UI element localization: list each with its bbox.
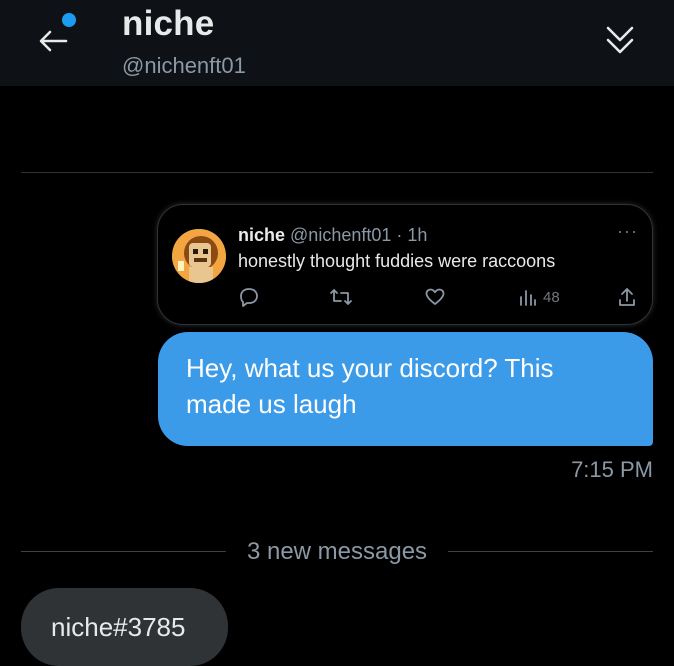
incoming-message-text: niche#3785: [51, 611, 186, 642]
incoming-message-bubble[interactable]: niche#3785: [21, 588, 228, 666]
conversation-title[interactable]: niche: [122, 4, 214, 44]
reply-icon: [240, 288, 258, 307]
divider: [448, 551, 653, 552]
tweet-meta: niche @nichenft01 · 1h: [238, 225, 427, 246]
more-options-icon[interactable]: ···: [617, 221, 638, 242]
share-icon: [619, 288, 635, 306]
heart-icon: [425, 288, 445, 305]
outgoing-message-bubble[interactable]: Hey, what us your discord? This made us …: [158, 332, 653, 446]
tweet-text: honestly thought fuddies were raccoons: [238, 251, 556, 271]
back-arrow-icon: [39, 30, 68, 52]
tweet-actions: 48: [238, 285, 638, 309]
collapse-button[interactable]: [600, 20, 640, 60]
retweet-button[interactable]: [329, 285, 353, 309]
conversation-header: niche @nichenft01: [0, 0, 674, 86]
views-bar-chart-icon: [520, 290, 536, 306]
new-messages-label: 3 new messages: [246, 538, 428, 565]
retweet-icon: [330, 289, 352, 305]
divider: [21, 172, 653, 173]
tweet-author-name[interactable]: niche: [238, 225, 285, 245]
tweet-handle-time: @nichenft01 · 1h: [290, 225, 428, 245]
reply-button[interactable]: [238, 285, 260, 309]
message-timestamp: 7:15 PM: [571, 457, 653, 482]
double-chevron-down-icon: [606, 26, 634, 54]
divider: [21, 551, 226, 552]
views-button[interactable]: 48: [518, 285, 560, 309]
views-count: 48: [543, 288, 560, 306]
conversation-handle: @nichenft01: [122, 53, 246, 78]
share-button[interactable]: [616, 285, 638, 309]
unread-indicator-dot: [62, 13, 76, 27]
like-button[interactable]: [424, 285, 446, 309]
shared-tweet-card[interactable]: niche @nichenft01 · 1h ··· honestly thou…: [157, 204, 653, 325]
lion-avatar-icon: [172, 229, 226, 283]
back-button[interactable]: [36, 24, 76, 58]
avatar[interactable]: [172, 229, 226, 283]
